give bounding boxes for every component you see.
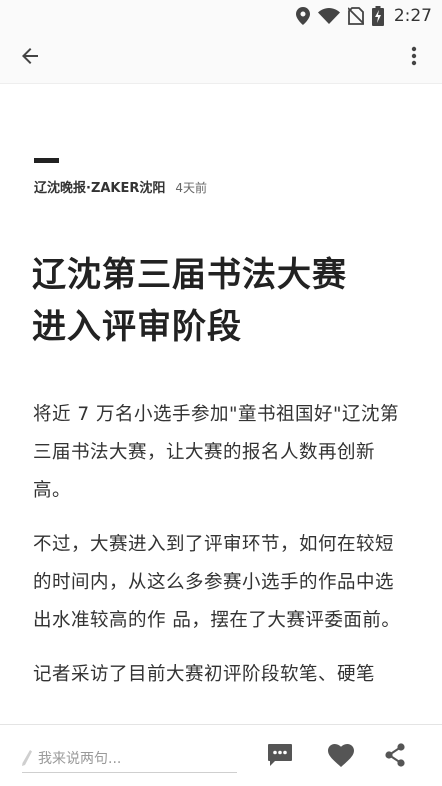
status-time: 2:27 — [393, 6, 432, 26]
status-bar: 2:27 — [0, 0, 442, 32]
more-vertical-icon — [411, 46, 417, 70]
back-button[interactable] — [14, 42, 46, 74]
article-title-line-1: 辽沈第三届书法大赛 — [32, 255, 347, 295]
app-bar — [0, 32, 442, 84]
status-icons: 2:27 — [295, 5, 432, 27]
back-arrow-icon — [21, 47, 39, 69]
article-paragraph: 将近 7 万名小选手参加"童书祖国好"辽沈第三届书法大赛，让大赛的报名人数再创新… — [33, 404, 400, 501]
article-time: 4天前 — [175, 181, 208, 195]
article-body: 将近 7 万名小选手参加"童书祖国好"辽沈第三届书法大赛，让大赛的报名人数再创新… — [33, 396, 411, 710]
article-title: 辽沈第三届书法大赛 进入评审阶段 — [32, 249, 412, 353]
wifi-icon — [317, 8, 340, 24]
article-content[interactable]: 辽沈晚报·ZAKER沈阳 4天前 辽沈第三届书法大赛 进入评审阶段 将近 7 万… — [0, 84, 442, 724]
share-button[interactable] — [380, 742, 410, 772]
comments-button[interactable] — [265, 742, 295, 772]
heart-icon — [328, 743, 354, 771]
article-paragraph: 不过，大赛进入到了评审环节，如何在较短的时间内，从这么多参赛小选手的作品中选出水… — [33, 534, 401, 631]
comment-placeholder: 我来说两句... — [38, 750, 122, 767]
accent-bar — [34, 158, 59, 163]
location-icon — [295, 7, 310, 25]
like-button[interactable] — [326, 742, 356, 772]
article-meta: 辽沈晚报·ZAKER沈阳 4天前 — [34, 177, 207, 196]
comment-input[interactable]: 我来说两句... — [22, 743, 237, 773]
article-source[interactable]: 辽沈晚报·ZAKER沈阳 — [34, 177, 165, 196]
pen-icon — [22, 749, 32, 766]
battery-charging-icon — [371, 6, 384, 26]
article-paragraph: 记者采访了目前大赛初评阶段软笔、硬笔 — [33, 664, 376, 685]
bottom-action-bar: 我来说两句... — [0, 724, 442, 786]
comments-icon — [267, 743, 293, 771]
article-title-line-2: 进入评审阶段 — [32, 307, 242, 347]
share-icon — [384, 743, 406, 771]
more-options-button[interactable] — [402, 42, 426, 74]
no-sim-icon — [347, 7, 364, 25]
